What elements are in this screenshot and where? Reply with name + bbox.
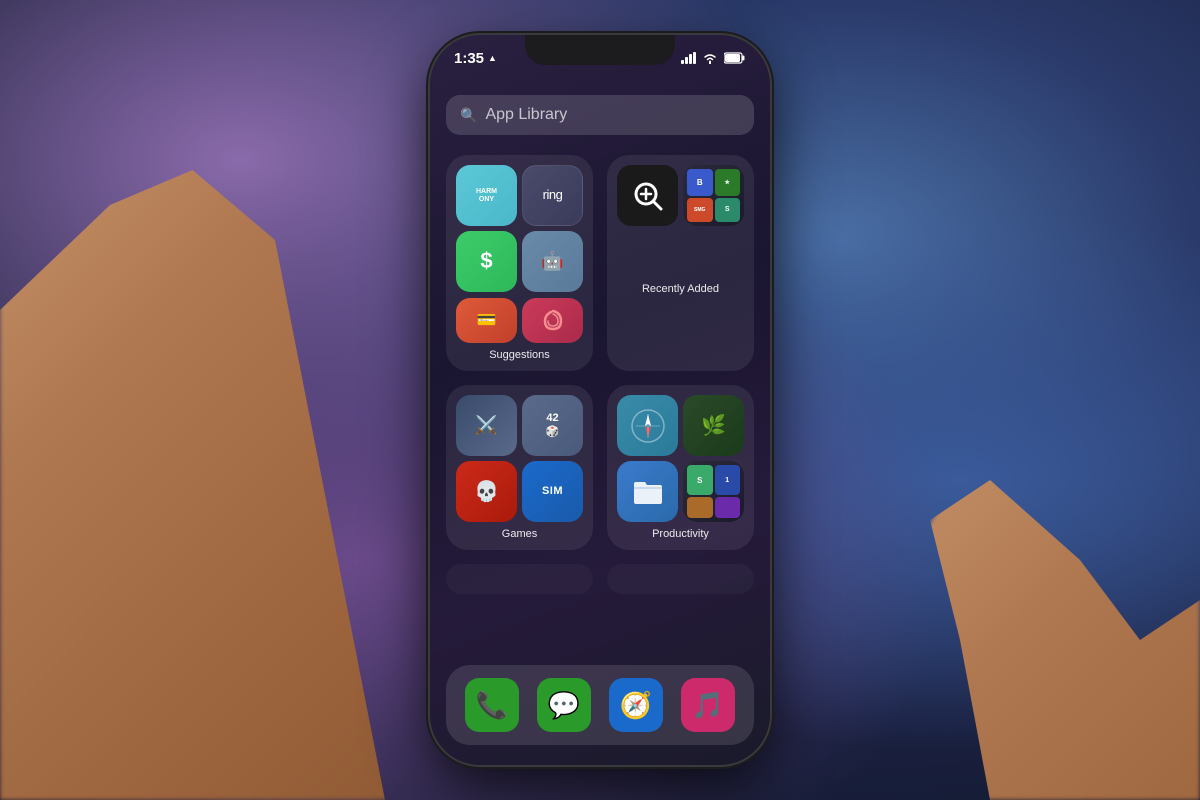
phone-device: 1:35 ▲ [430,35,770,765]
folder-suggestions-label: Suggestions [489,349,550,361]
app-dice[interactable]: 42🎲 [522,395,583,456]
app-grid: HARMONY ring $ 🤖 [446,155,754,550]
signal-icon [681,52,696,64]
app-smg[interactable]: B ★ SMG S [683,165,744,226]
folder-productivity-label: Productivity [652,528,709,540]
app-nova[interactable] [522,298,583,343]
app-safari[interactable] [617,395,678,456]
dock-safari[interactable]: 🧭 [609,678,663,732]
dock: 📞 💬 🧭 🎵 [446,665,754,745]
folder-games[interactable]: ⚔️ 42🎲 💀 SIM [446,385,593,550]
app-harmony[interactable]: HARMONY [456,165,517,226]
nova-swirl-icon [539,307,567,335]
dock-phone[interactable]: 📞 [465,678,519,732]
folder-recently-added[interactable]: B ★ SMG S Recently Added [607,155,754,371]
app-ai[interactable]: 🤖 [522,231,583,292]
status-icons [681,52,746,64]
app-robinhood[interactable]: 🌿 [683,395,744,456]
search-placeholder: App Library [485,106,567,124]
safari-compass-icon [630,408,666,444]
loupe-icon [630,178,666,214]
phone-screen: 1:35 ▲ [430,35,770,765]
app-ring[interactable]: ring [522,165,583,226]
folder-games-label: Games [502,528,537,540]
bottom-hint-row [446,564,754,594]
folder-recently-added-label: Recently Added [642,283,719,295]
folder-games-apps: ⚔️ 42🎲 💀 SIM [456,395,583,522]
app-multi[interactable]: S 1 [683,461,744,522]
phone-notch [525,35,675,65]
app-sim[interactable]: SIM [522,461,583,522]
location-icon: ▲ [488,53,497,63]
app-wallet[interactable]: 💳 [456,298,517,343]
app-files[interactable] [617,461,678,522]
app-loupe[interactable] [617,165,678,226]
battery-icon [724,52,746,64]
app-final-fantasy[interactable]: ⚔️ [456,395,517,456]
status-time: 1:35 ▲ [454,50,497,67]
app-cash[interactable]: $ [456,231,517,292]
app-skulls[interactable]: 💀 [456,461,517,522]
dock-music[interactable]: 🎵 [681,678,735,732]
files-folder-icon [632,478,664,506]
wifi-icon [702,52,718,64]
search-bar[interactable]: 🔍 App Library [446,95,754,135]
dock-messages[interactable]: 💬 [537,678,591,732]
folder-suggestions[interactable]: HARMONY ring $ 🤖 [446,155,593,371]
screen-content: 🔍 App Library HARMONY ring [430,85,770,765]
folder-productivity-apps: 🌿 S 1 [617,395,744,522]
search-icon: 🔍 [460,107,477,124]
folder-productivity[interactable]: 🌿 S 1 [607,385,754,550]
folder-suggestions-apps: HARMONY ring $ 🤖 [456,165,583,292]
